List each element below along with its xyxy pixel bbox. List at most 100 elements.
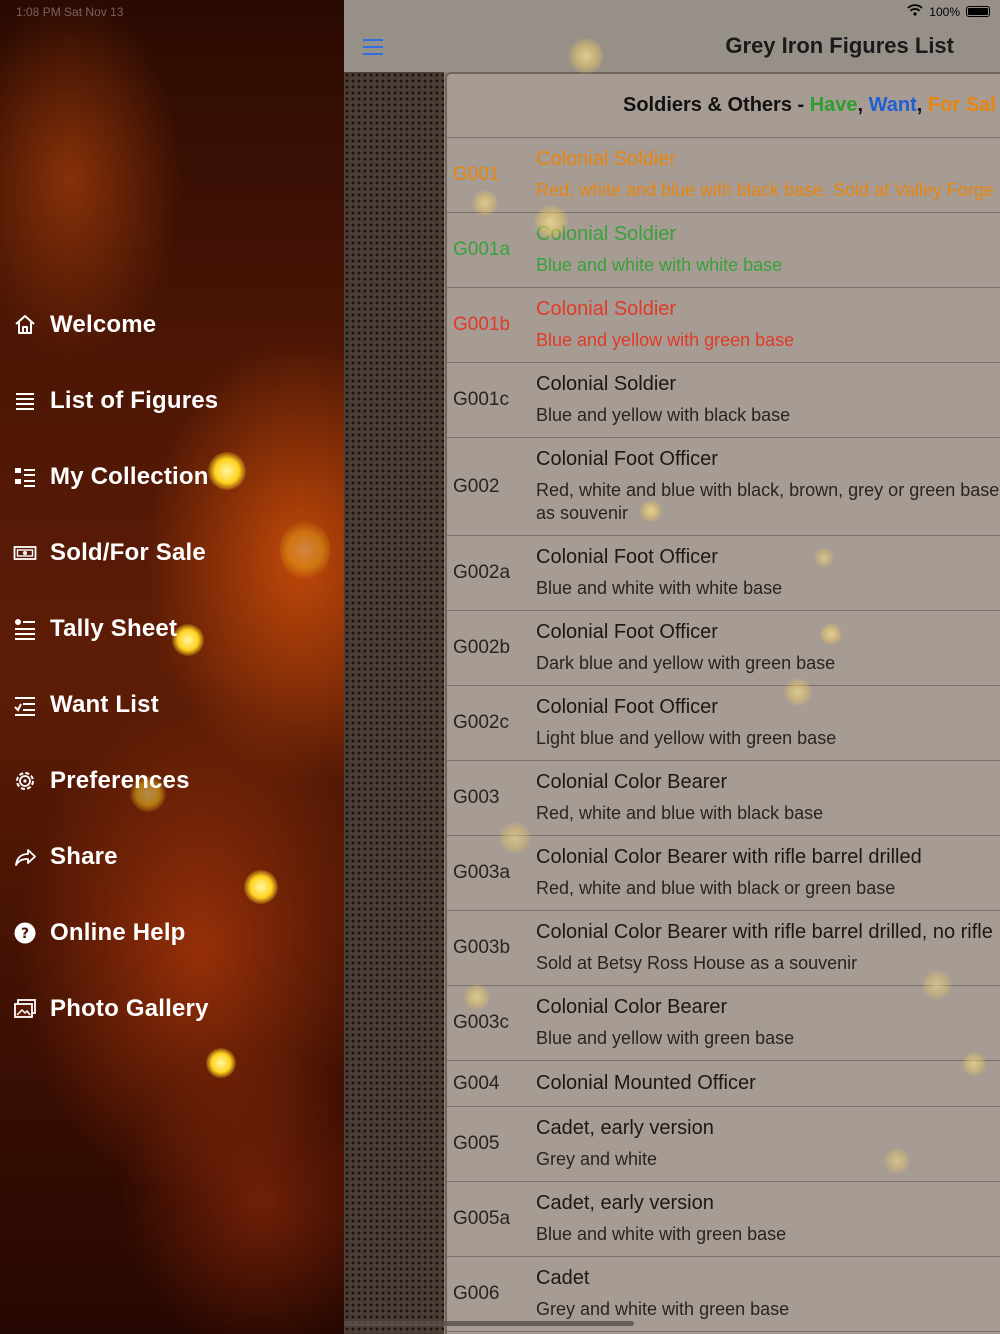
svg-text:?: ?	[21, 926, 29, 942]
table-row[interactable]: G003 Colonial Color Bearer Red, white and …	[447, 761, 1000, 836]
figure-code: G006	[453, 1283, 500, 1304]
wifi-icon	[907, 4, 923, 19]
figure-code: G001b	[453, 314, 511, 335]
figure-description: Blue and white with green base	[536, 1224, 787, 1244]
table-row[interactable]: G005a Cadet, early version Blue and white …	[447, 1182, 1000, 1257]
figure-code: G003a	[453, 862, 511, 883]
menu-item-sold-for-sale[interactable]: Sold/For Sale	[12, 533, 206, 573]
figure-description: Red, white and blue with black base. Sol…	[536, 180, 994, 200]
table-row[interactable]: G002 Colonial Foot Officer Red, white and …	[447, 438, 1000, 536]
menu-item-tally-sheet[interactable]: Tally Sheet	[12, 609, 177, 649]
menu-label: Online Help	[50, 919, 186, 946]
menu-label: Photo Gallery	[50, 995, 209, 1022]
menu-label: My Collection	[50, 463, 209, 490]
menu-label: Sold/For Sale	[50, 539, 206, 566]
legend-separator: ,	[857, 94, 869, 116]
legend-want: Want	[868, 94, 917, 116]
figure-code: G005a	[453, 1208, 511, 1229]
legend-separator: ,	[916, 94, 928, 116]
menu-toggle-button[interactable]	[362, 38, 384, 56]
menu-label: Welcome	[50, 311, 157, 338]
house-icon	[12, 312, 38, 338]
glow-decoration	[206, 1048, 236, 1078]
home-indicator	[344, 1321, 634, 1326]
table-row[interactable]: G003c Colonial Color Bearer Blue and yello…	[447, 986, 1000, 1061]
page-title: Grey Iron Figures List	[725, 33, 954, 58]
section-prefix: Soldiers & Others -	[623, 94, 810, 116]
figure-code: G002	[453, 475, 500, 497]
menu-item-list-of-figures[interactable]: List of Figures	[12, 381, 218, 421]
figure-description: Red, white and blue with black or green …	[536, 878, 896, 898]
table-row[interactable]: G002b Colonial Foot Officer Dark blue and …	[447, 611, 1000, 686]
figure-name: Colonial Soldier	[536, 373, 677, 395]
banknote-icon	[12, 540, 38, 566]
glow-decoration	[244, 870, 278, 904]
figures-list[interactable]: Soldiers & Others - Have, Want, For Sal …	[445, 72, 1000, 1334]
figure-name: Colonial Mounted Officer	[536, 1072, 756, 1094]
glow-decoration	[280, 520, 330, 580]
figure-description: Blue and white with white base	[536, 255, 783, 275]
figure-code: G003c	[453, 1012, 509, 1033]
table-row[interactable]: G002c Colonial Foot Officer Light blue and…	[447, 686, 1000, 761]
legend-for-sale: For Sal	[927, 94, 996, 116]
figure-description: Blue and yellow with black base	[536, 405, 791, 425]
menu-label: Tally Sheet	[50, 615, 178, 642]
side-menu: 1:08 PM Sat Nov 13 Welcome List of Figur…	[0, 0, 344, 1334]
table-row[interactable]: G001 Colonial Soldier Red, white and blue …	[447, 138, 1000, 213]
tally-icon	[12, 616, 38, 642]
figure-name: Colonial Color Bearer	[536, 996, 728, 1018]
figure-name: Colonial Soldier	[536, 223, 677, 245]
share-arrow-icon	[12, 844, 38, 870]
figure-code: G004	[453, 1072, 500, 1094]
figure-name: Colonial Foot Officer	[536, 546, 718, 568]
table-row[interactable]: G001b Colonial Soldier Blue and yellow wit…	[447, 288, 1000, 363]
table-row[interactable]: G003b Colonial Color Bearer with rifle ba…	[447, 911, 1000, 986]
figure-description: Grey and white with green base	[536, 1299, 790, 1319]
battery-icon	[966, 6, 990, 17]
figure-description: Dark blue and yellow with green base	[536, 653, 836, 673]
figure-description: Blue and yellow with green base	[536, 1028, 795, 1048]
status-indicators: 100%	[907, 4, 990, 19]
figure-name: Cadet, early version	[536, 1117, 714, 1139]
figure-description: Light blue and yellow with green base	[536, 728, 837, 748]
menu-item-my-collection[interactable]: My Collection	[12, 457, 209, 497]
menu-item-preferences[interactable]: Preferences	[12, 761, 190, 801]
table-row[interactable]: G001c Colonial Soldier Blue and yellow wit…	[447, 363, 1000, 438]
navigation-bar: 100% Grey Iron Figures List	[344, 0, 1000, 72]
figure-name: Colonial Color Bearer	[536, 771, 728, 793]
figure-description: Red, white and blue with black base	[536, 803, 824, 823]
status-time: 1:08 PM Sat Nov 13	[16, 5, 124, 19]
want-list-icon	[12, 692, 38, 718]
table-row[interactable]: G001a Colonial Soldier Blue and white with…	[447, 213, 1000, 288]
figure-description: as souvenir	[536, 503, 629, 523]
list-icon	[12, 388, 38, 414]
table-row[interactable]: G003a Colonial Color Bearer with rifle ba…	[447, 836, 1000, 911]
figure-description: Blue and white with white base	[536, 578, 783, 598]
menu-item-want-list[interactable]: Want List	[12, 685, 159, 725]
menu-item-welcome[interactable]: Welcome	[12, 305, 156, 345]
battery-percent: 100%	[929, 4, 960, 19]
figure-code: G002a	[453, 562, 511, 583]
menu-item-share[interactable]: Share	[12, 837, 118, 877]
table-row[interactable]: G002a Colonial Foot Officer Blue and white…	[447, 536, 1000, 611]
figure-name: Colonial Color Bearer with rifle barrel …	[536, 846, 922, 868]
figure-code: G001	[453, 164, 500, 185]
gear-icon	[12, 768, 38, 794]
menu-label: Want List	[50, 691, 159, 718]
figure-code: G005	[453, 1133, 500, 1154]
figure-description: Red, white and blue with black, brown, g…	[536, 480, 1000, 500]
figure-description: Blue and yellow with green base	[536, 330, 795, 350]
list-header: Soldiers & Others - Have, Want, For Sal	[447, 74, 1000, 138]
menu-item-online-help[interactable]: ? Online Help	[12, 913, 186, 953]
figure-name: Cadet	[536, 1267, 590, 1289]
menu-label: Preferences	[50, 767, 190, 794]
table-row[interactable]: G004 Colonial Mounted Officer	[447, 1061, 1000, 1107]
figure-description: Grey and white	[536, 1149, 658, 1169]
figure-name: Cadet, early version	[536, 1192, 714, 1214]
figure-name: Colonial Foot Officer	[536, 621, 718, 643]
table-row[interactable]: G005 Cadet, early version Grey and white	[447, 1107, 1000, 1182]
figure-description: Sold at Betsy Ross House as a souvenir	[536, 953, 858, 973]
question-icon: ?	[12, 920, 38, 946]
figure-code: G003	[453, 787, 500, 808]
menu-item-photo-gallery[interactable]: Photo Gallery	[12, 989, 209, 1029]
